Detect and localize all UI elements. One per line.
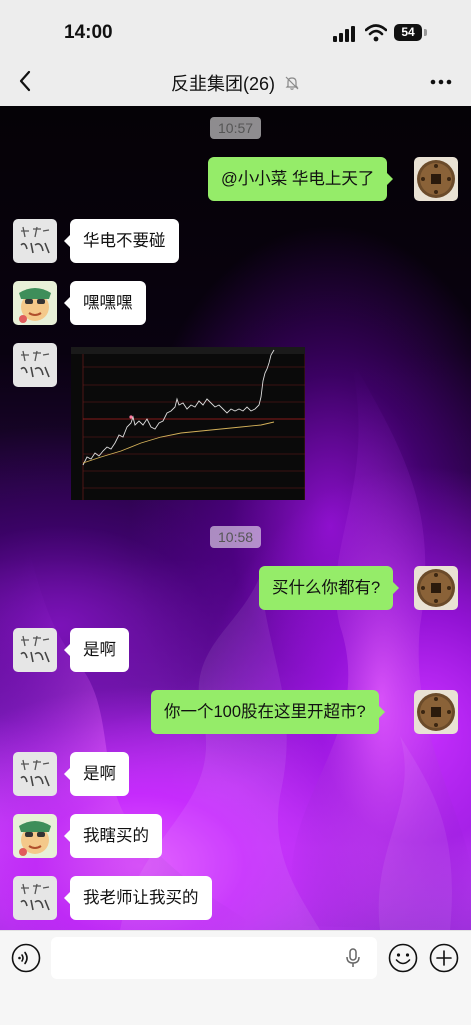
- message-bubble-incoming[interactable]: 我老师让我买的: [64, 876, 212, 920]
- mic-icon[interactable]: [343, 947, 363, 969]
- battery-icon: 54: [394, 24, 428, 42]
- avatar-member-calligraphy[interactable]: [13, 876, 57, 920]
- avatar-member-calligraphy[interactable]: [13, 752, 57, 796]
- avatar-member-calligraphy[interactable]: [13, 219, 57, 263]
- input-bar: [0, 930, 471, 1025]
- status-bar: 14:00 54: [0, 0, 471, 56]
- message-bubble-incoming[interactable]: 嘿嘿嘿: [64, 281, 146, 325]
- message-bubble-incoming[interactable]: 华电不要碰: [64, 219, 179, 263]
- timestamp: 10:58: [210, 526, 262, 548]
- avatar-member-calligraphy[interactable]: [13, 343, 57, 387]
- voice-icon[interactable]: [11, 943, 41, 973]
- cellular-signal-icon: [333, 26, 355, 42]
- battery-level: 54: [394, 24, 422, 41]
- avatar-member-cartoon[interactable]: [13, 814, 57, 858]
- emoji-icon[interactable]: [388, 943, 418, 973]
- wifi-icon: [365, 24, 387, 42]
- cartoon-avatar-icon: [13, 814, 57, 858]
- message-bubble-incoming[interactable]: 是啊: [64, 752, 129, 796]
- calligraphy-avatar-icon: [13, 752, 57, 796]
- message-bubble-outgoing[interactable]: 你一个100股在这里开超市?: [151, 690, 385, 734]
- plus-icon[interactable]: [429, 943, 459, 973]
- bell-muted-icon: [285, 76, 299, 90]
- message-bubble-outgoing[interactable]: 买什么你都有?: [259, 566, 400, 610]
- avatar-self[interactable]: [414, 690, 458, 734]
- coin-avatar-icon: [414, 566, 458, 610]
- message-input[interactable]: [51, 937, 377, 979]
- chat-title-text: 反韭集团(26): [170, 74, 275, 94]
- calligraphy-avatar-icon: [13, 628, 57, 672]
- coin-avatar-icon: [414, 157, 458, 201]
- message-bubble-incoming[interactable]: 我瞎买的: [64, 814, 162, 858]
- image-message-stock-chart[interactable]: [71, 347, 305, 500]
- timestamp: 10:57: [210, 117, 262, 139]
- avatar-member-calligraphy[interactable]: [13, 628, 57, 672]
- status-time: 14:00: [64, 22, 113, 43]
- coin-avatar-icon: [414, 690, 458, 734]
- message-bubble-incoming[interactable]: 是啊: [64, 628, 129, 672]
- message-bubble-outgoing[interactable]: @小小菜 华电上天了: [208, 157, 394, 201]
- avatar-member-cartoon[interactable]: [13, 281, 57, 325]
- calligraphy-avatar-icon: [13, 219, 57, 263]
- calligraphy-avatar-icon: [13, 343, 57, 387]
- calligraphy-avatar-icon: [13, 876, 57, 920]
- avatar-self[interactable]: [414, 157, 458, 201]
- chat-title[interactable]: 反韭集团(26): [0, 70, 471, 96]
- nav-bar: 反韭集团(26): [0, 56, 471, 106]
- avatar-self[interactable]: [414, 566, 458, 610]
- cartoon-avatar-icon: [13, 281, 57, 325]
- stock-chart-thumbnail: [71, 347, 305, 500]
- more-dots-icon[interactable]: [428, 70, 454, 94]
